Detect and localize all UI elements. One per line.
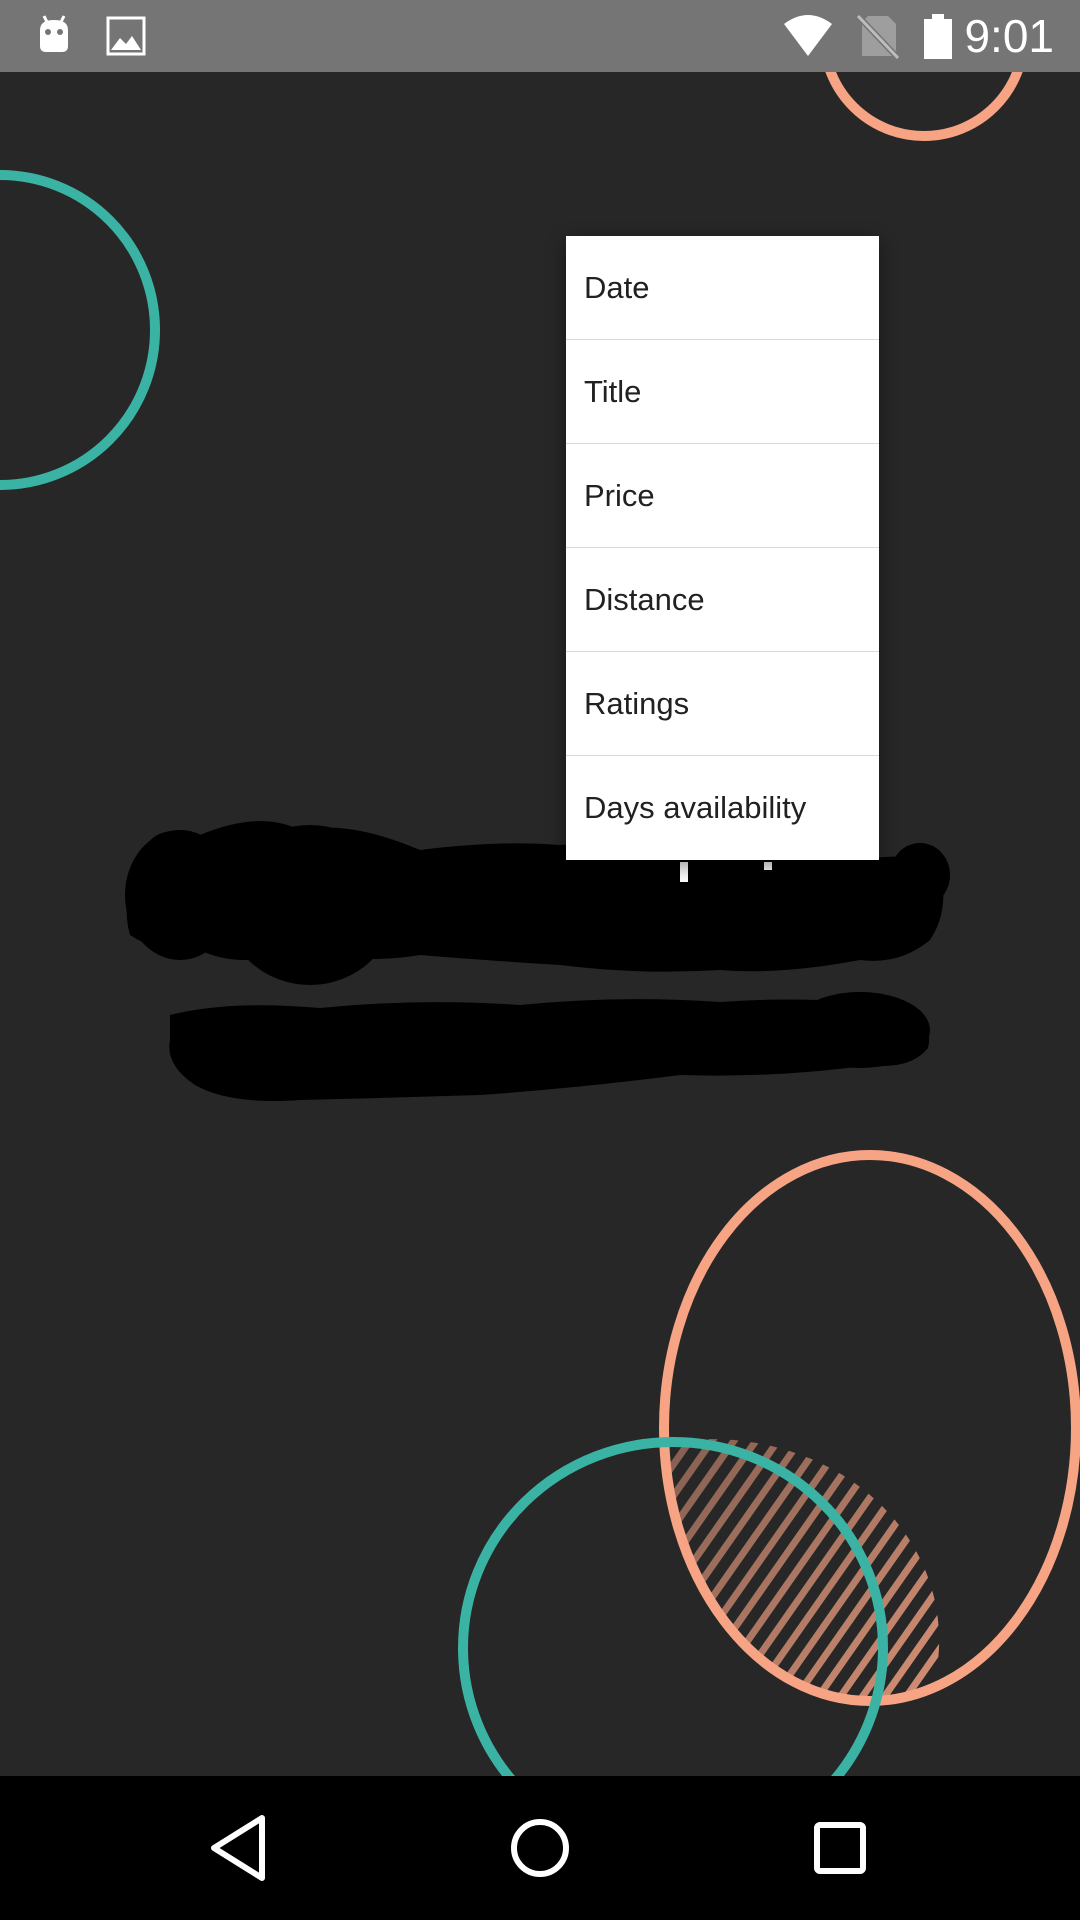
menu-item-ratings[interactable]: Ratings	[566, 652, 879, 756]
home-icon[interactable]	[500, 1808, 580, 1888]
image-icon	[106, 16, 146, 56]
wifi-icon	[784, 15, 832, 56]
menu-item-price[interactable]: Price	[566, 444, 879, 548]
android-icon	[40, 15, 68, 52]
menu-item-distance[interactable]: Distance	[566, 548, 879, 652]
status-bar: 9:01	[0, 0, 1080, 72]
screen: 9:01 Date Title Price Distance Ratings D…	[0, 0, 1080, 1920]
sort-options-menu: Date Title Price Distance Ratings Days a…	[566, 236, 879, 860]
recents-icon[interactable]	[800, 1808, 880, 1888]
back-icon[interactable]	[200, 1808, 280, 1888]
menu-item-date[interactable]: Date	[566, 236, 879, 340]
no-sim-icon	[855, 13, 901, 60]
navigation-bar	[0, 1776, 1080, 1920]
redaction-scribble	[125, 821, 950, 1101]
menu-item-title[interactable]: Title	[566, 340, 879, 444]
menu-item-days-availability[interactable]: Days availability	[566, 756, 879, 860]
battery-icon	[924, 14, 952, 59]
status-time: 9:01	[964, 10, 1054, 62]
